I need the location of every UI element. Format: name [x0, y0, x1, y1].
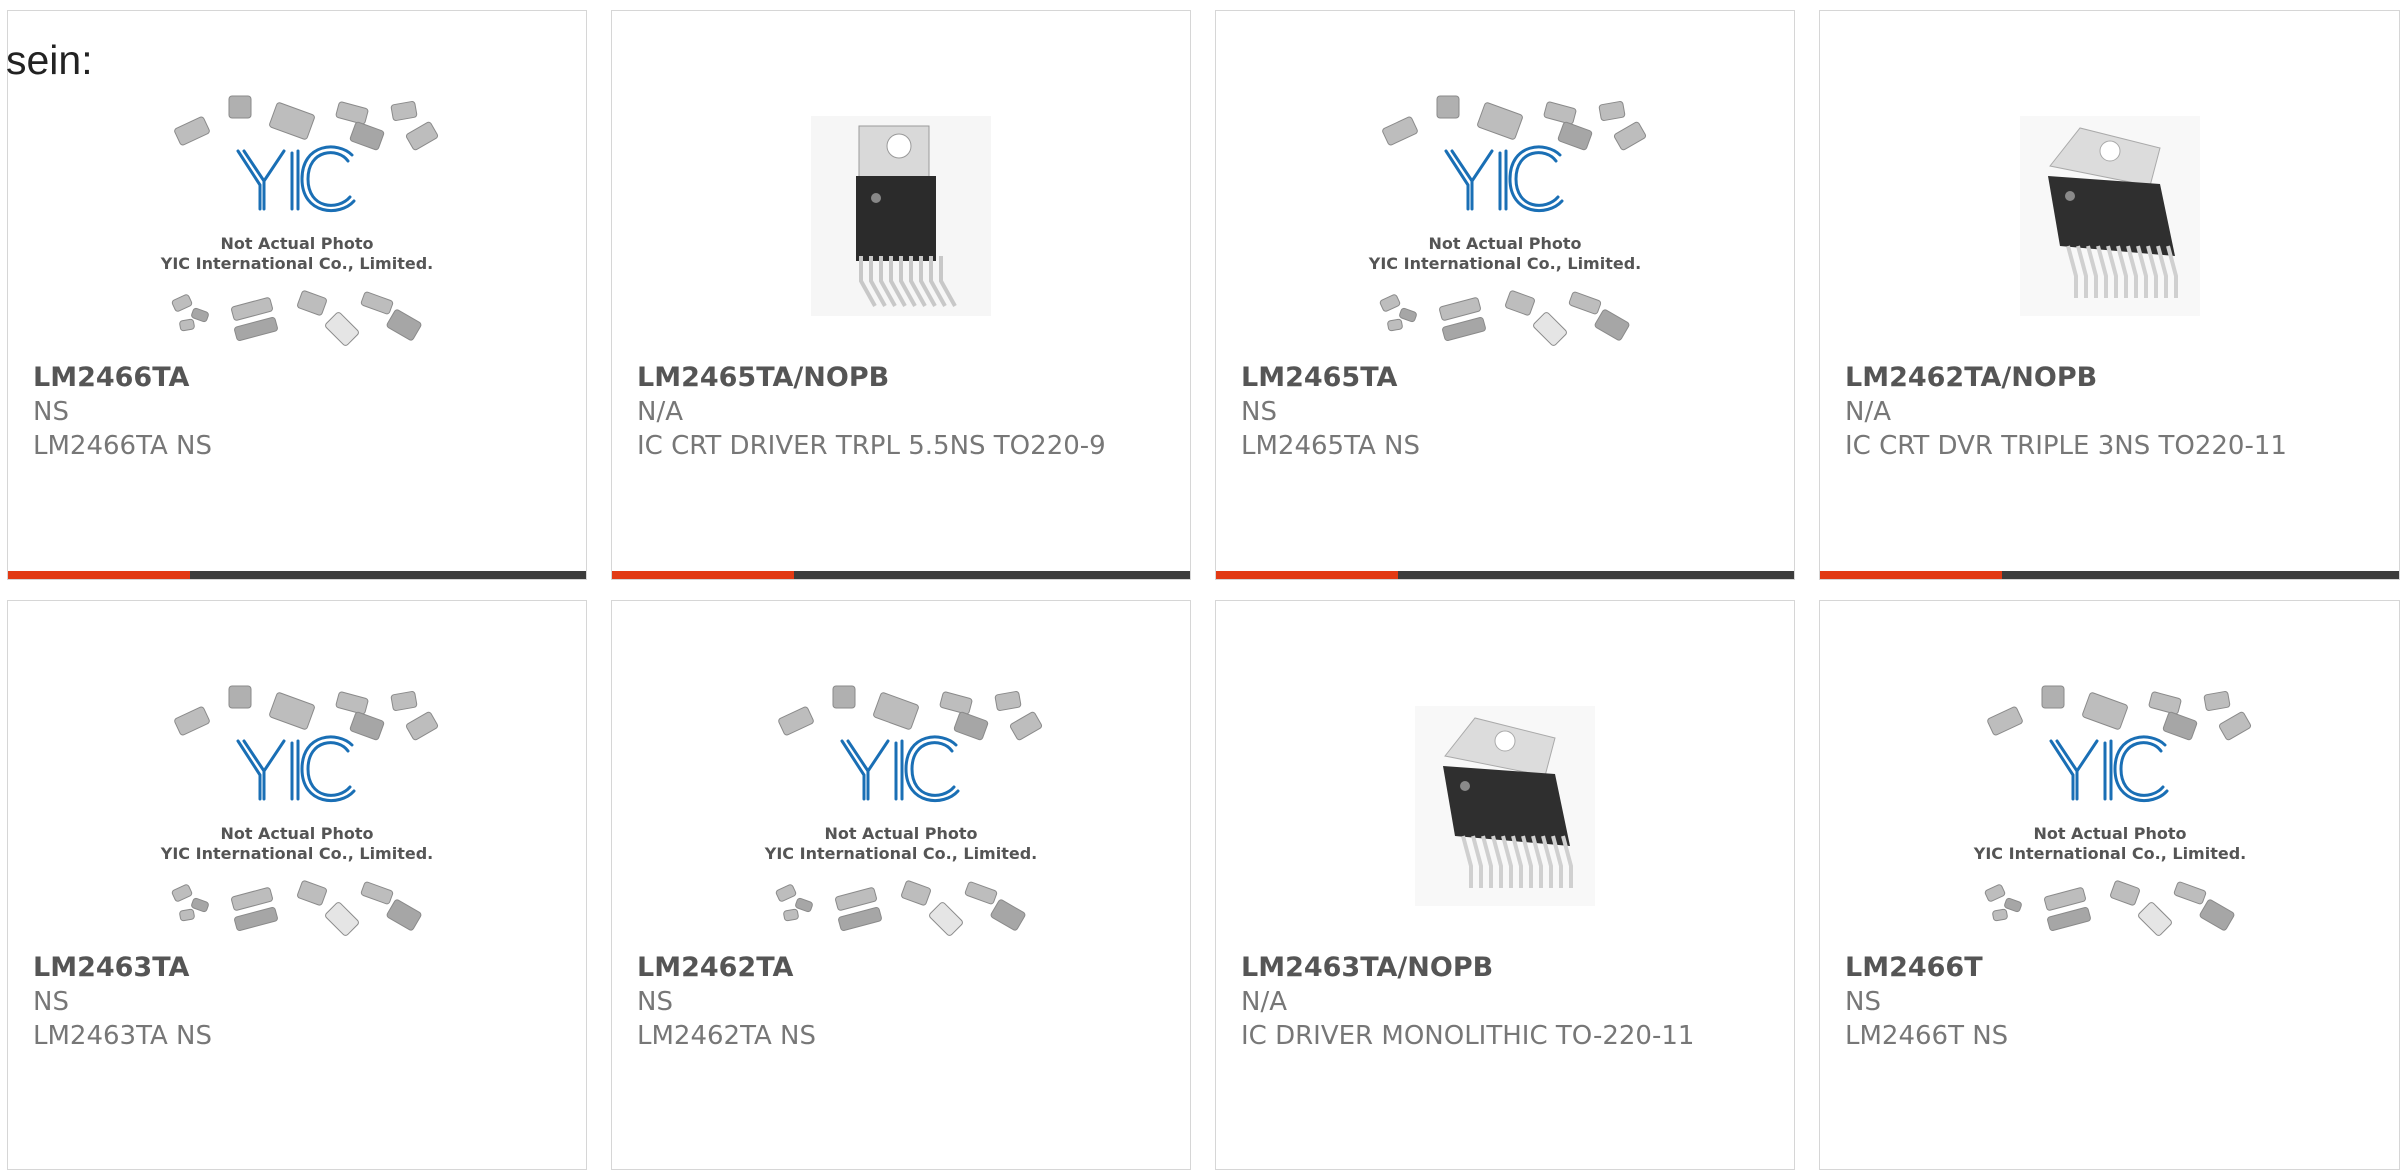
svg-text:YIC International Co., Limited: YIC International Co., Limited.	[160, 254, 433, 273]
svg-text:Not Actual Photo: Not Actual Photo	[1428, 234, 1581, 253]
manufacturer: NS	[33, 987, 69, 1017]
product-card[interactable]: Not Actual Photo YIC International Co., …	[1819, 600, 2400, 1170]
product-photo-to220-angled	[1820, 81, 2399, 351]
svg-text:Not Actual Photo: Not Actual Photo	[220, 824, 373, 843]
part-number[interactable]: LM2462TA	[637, 951, 1110, 985]
description: IC CRT DRIVER TRPL 5.5NS TO220-9	[637, 431, 1106, 461]
product-image-placeholder: Not Actual Photo YIC International Co., …	[1820, 671, 2399, 941]
part-number[interactable]: LM2465TA/NOPB	[637, 361, 1110, 395]
svg-text:YIC International Co., Limited: YIC International Co., Limited.	[1972, 844, 2245, 863]
part-number[interactable]: LM2465TA	[1241, 361, 1714, 395]
description: LM2466TA NS	[33, 431, 212, 461]
card-bar-accent	[1820, 571, 2002, 579]
card-bar	[612, 571, 1190, 579]
part-number[interactable]: LM2466TA	[33, 361, 506, 395]
product-photo-to220-angled	[1216, 671, 1794, 941]
part-number[interactable]: LM2463TA	[33, 951, 506, 985]
product-card[interactable]: LM2462TA/NOPB N/A IC CRT DVR TRIPLE 3NS …	[1819, 10, 2400, 580]
svg-text:YIC International Co., Limited: YIC International Co., Limited.	[764, 844, 1037, 863]
svg-text:YIC International Co., Limited: YIC International Co., Limited.	[1368, 254, 1641, 273]
manufacturer: NS	[637, 987, 673, 1017]
manufacturer: NS	[1241, 397, 1277, 427]
product-image-placeholder: Not Actual Photo YIC International Co., …	[612, 671, 1190, 941]
card-bar-accent	[612, 571, 794, 579]
card-bar	[1216, 571, 1794, 579]
description: IC CRT DVR TRIPLE 3NS TO220-11	[1845, 431, 2287, 461]
card-bar-accent	[8, 571, 190, 579]
card-bar	[8, 571, 586, 579]
part-number[interactable]: LM2463TA/NOPB	[1241, 951, 1714, 985]
manufacturer: NS	[33, 397, 69, 427]
product-card[interactable]: Not Actual Photo YIC International Co., …	[7, 10, 587, 580]
product-image-placeholder: Not Actual Photo YIC International Co., …	[1216, 81, 1794, 351]
product-image-placeholder: Not Actual Photo YIC International Co., …	[8, 671, 586, 941]
part-number[interactable]: LM2462TA/NOPB	[1845, 361, 2319, 395]
manufacturer: N/A	[1241, 987, 1287, 1017]
manufacturer: N/A	[1845, 397, 1891, 427]
product-image-placeholder: Not Actual Photo YIC International Co., …	[8, 81, 586, 351]
svg-text:YIC International Co., Limited: YIC International Co., Limited.	[160, 844, 433, 863]
product-card[interactable]: LM2463TA/NOPB N/A IC DRIVER MONOLITHIC T…	[1215, 600, 1795, 1170]
svg-text:Not Actual Photo: Not Actual Photo	[2033, 824, 2186, 843]
description: IC DRIVER MONOLITHIC TO-220-11	[1241, 1021, 1695, 1051]
description: LM2462TA NS	[637, 1021, 816, 1051]
svg-text:Not Actual Photo: Not Actual Photo	[220, 234, 373, 253]
card-bar	[1820, 571, 2399, 579]
product-card[interactable]: Not Actual Photo YIC International Co., …	[1215, 10, 1795, 580]
description: LM2465TA NS	[1241, 431, 1420, 461]
card-bar-accent	[1216, 571, 1398, 579]
product-card[interactable]: LM2465TA/NOPB N/A IC CRT DRIVER TRPL 5.5…	[611, 10, 1191, 580]
product-card[interactable]: Not Actual Photo YIC International Co., …	[7, 600, 587, 1170]
intro-text: sein:	[6, 37, 93, 83]
description: LM2463TA NS	[33, 1021, 212, 1051]
manufacturer: N/A	[637, 397, 683, 427]
part-number[interactable]: LM2466T	[1845, 951, 2319, 985]
manufacturer: NS	[1845, 987, 1881, 1017]
product-photo-to220-vertical	[612, 81, 1190, 351]
description: LM2466T NS	[1845, 1021, 2009, 1051]
product-card[interactable]: Not Actual Photo YIC International Co., …	[611, 600, 1191, 1170]
svg-text:Not Actual Photo: Not Actual Photo	[824, 824, 977, 843]
